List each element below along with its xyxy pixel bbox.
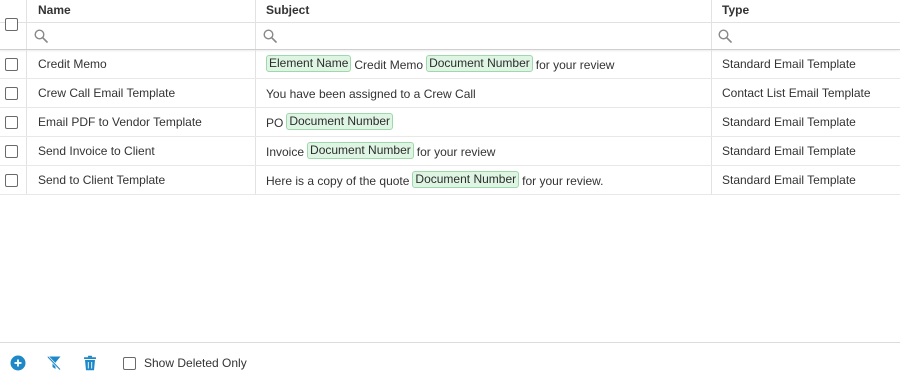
subject-text: Here is a copy of the quote [266, 173, 410, 188]
subject-text: Invoice [266, 144, 305, 159]
trash-icon[interactable] [82, 355, 98, 371]
subject-text: for your review [416, 144, 496, 159]
show-deleted-label[interactable]: Show Deleted Only [144, 355, 247, 371]
grid-footer-toolbar: Show Deleted Only [0, 342, 900, 377]
show-deleted-checkbox[interactable] [123, 357, 136, 370]
merge-field-tag: Document Number [412, 171, 520, 189]
row-checkbox[interactable] [5, 58, 18, 71]
email-templates-grid: Name Subject Type Credit Memo Element Nam… [0, 0, 900, 195]
cell-name: Email PDF to Vendor Template [38, 115, 202, 129]
cell-subject: Element Name Credit Memo Document Number fo… [266, 50, 614, 78]
row-checkbox[interactable] [5, 87, 18, 100]
cell-name: Credit Memo [38, 57, 107, 71]
cell-name: Crew Call Email Template [38, 86, 176, 100]
cell-name: Send Invoice to Client [38, 144, 155, 158]
add-circle-icon[interactable] [10, 355, 26, 371]
column-header-name[interactable]: Name [38, 0, 71, 22]
cell-type: Standard Email Template [722, 144, 856, 158]
subject-text: You have been assigned to a Crew Call [266, 86, 476, 101]
table-row[interactable]: Credit Memo Element Name Credit Memo Docume… [0, 50, 900, 79]
merge-field-tag: Element Name [266, 55, 352, 73]
column-header-type[interactable]: Type [722, 0, 749, 22]
cell-name: Send to Client Template [38, 173, 166, 187]
table-row[interactable]: Crew Call Email Template You have been as… [0, 79, 900, 108]
type-filter-search-icon[interactable] [718, 29, 732, 43]
row-checkbox[interactable] [5, 116, 18, 129]
subject-filter-search-icon[interactable] [263, 29, 277, 43]
merge-field-tag: Document Number [286, 113, 394, 131]
grid-body: Credit Memo Element Name Credit Memo Docume… [0, 50, 900, 195]
cell-type: Contact List Email Template [722, 86, 871, 100]
merge-field-tag: Document Number [307, 142, 414, 160]
cell-type: Standard Email Template [722, 57, 856, 71]
cell-subject: Here is a copy of the quote Document Numb… [266, 166, 604, 194]
row-checkbox[interactable] [5, 145, 18, 158]
table-row[interactable]: Send to Client Template Here is a copy of… [0, 166, 900, 195]
cell-subject: Invoice Document Number for your review [266, 137, 495, 165]
filter-row [0, 23, 900, 50]
table-row[interactable]: Email PDF to Vendor Template PO Document N… [0, 108, 900, 137]
cell-type: Standard Email Template [722, 173, 856, 187]
table-row[interactable]: Send Invoice to Client Invoice Document Nu… [0, 137, 900, 166]
subject-text: for your review. [522, 173, 604, 188]
grid-header: Name Subject Type [0, 0, 900, 31]
cell-subject: You have been assigned to a Crew Call [266, 79, 476, 107]
clear-filter-icon[interactable] [46, 355, 62, 371]
subject-text: Credit Memo [354, 57, 424, 72]
subject-text: for your review [535, 57, 615, 72]
merge-field-tag: Document Number [426, 55, 533, 73]
subject-text: PO [266, 115, 284, 130]
column-header-subject[interactable]: Subject [266, 0, 309, 22]
row-checkbox[interactable] [5, 174, 18, 187]
cell-subject: PO Document Number [266, 108, 394, 136]
name-filter-search-icon[interactable] [34, 29, 48, 43]
cell-type: Standard Email Template [722, 115, 856, 129]
